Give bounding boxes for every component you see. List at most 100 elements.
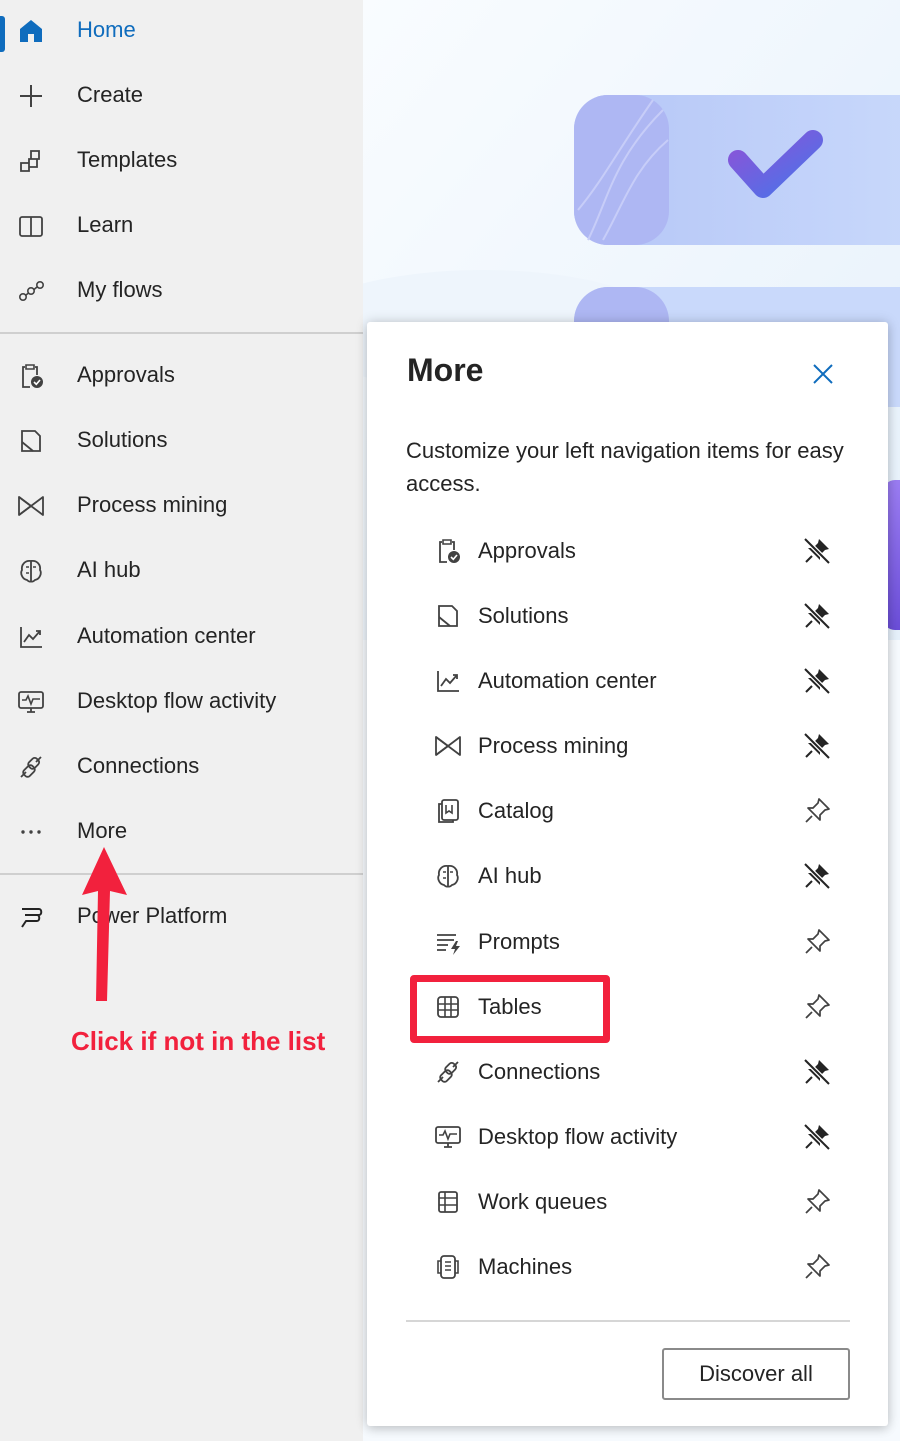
more-item-label: Approvals [478, 538, 576, 563]
process-mining-icon [16, 491, 46, 521]
more-item-label: Desktop flow activity [478, 1124, 678, 1149]
nav-label: Desktop flow activity [77, 688, 277, 713]
more-item-connections[interactable]: Connections [407, 1045, 847, 1099]
active-indicator [0, 16, 5, 52]
nav-divider [0, 332, 363, 334]
work-queues-icon [433, 1187, 463, 1217]
nav-item-connections[interactable]: Connections [0, 740, 363, 792]
nav-item-process-mining[interactable]: Process mining [0, 479, 363, 531]
nav-divider [0, 873, 363, 875]
more-item-ai-hub[interactable]: AI hub [407, 849, 847, 903]
power-platform-icon [16, 902, 46, 932]
nav-item-desktop-flow-activity[interactable]: Desktop flow activity [0, 675, 363, 727]
nav-label: Create [77, 82, 144, 107]
nav-item-ai-hub[interactable]: AI hub [0, 544, 363, 596]
unpin-icon[interactable] [801, 535, 833, 567]
nav-label: Process mining [77, 492, 228, 517]
more-item-process-mining[interactable]: Process mining [407, 719, 847, 773]
monitor-pulse-icon [433, 1122, 463, 1152]
catalog-icon [433, 796, 463, 826]
callout-arrow [78, 843, 130, 1003]
pin-icon[interactable] [801, 1251, 833, 1283]
approvals-icon [16, 361, 46, 391]
more-item-label: Connections [478, 1059, 601, 1084]
nav-label: Templates [77, 147, 178, 172]
nav-label: Approvals [77, 362, 175, 387]
left-navigation: Home Create Templates Learn My flows App… [0, 0, 363, 1441]
more-item-work-queues[interactable]: Work queues [407, 1175, 847, 1229]
discover-all-button[interactable]: Discover all [662, 1348, 850, 1400]
approvals-icon [433, 536, 463, 566]
prompts-icon [433, 927, 463, 957]
templates-icon [16, 146, 46, 176]
nav-item-power-platform[interactable]: Power Platform [0, 890, 363, 942]
nav-item-learn[interactable]: Learn [0, 199, 363, 251]
more-item-label: AI hub [478, 863, 542, 888]
plug-icon [16, 752, 46, 782]
panel-description: Customize your left navigation items for… [406, 438, 844, 496]
more-item-label: Solutions [478, 603, 569, 628]
panel-divider [406, 1320, 850, 1322]
nav-item-home[interactable]: Home [0, 4, 363, 56]
nav-label: Connections [77, 753, 200, 778]
machines-icon [433, 1252, 463, 1282]
chart-icon [16, 622, 46, 652]
more-item-prompts[interactable]: Prompts [407, 915, 847, 969]
unpin-icon[interactable] [801, 860, 833, 892]
plug-icon [433, 1057, 463, 1087]
plus-icon [16, 81, 46, 111]
more-item-label: Automation center [478, 668, 657, 693]
more-item-label: Machines [478, 1254, 573, 1279]
flows-icon [16, 276, 46, 306]
unpin-icon[interactable] [801, 600, 833, 632]
more-item-machines[interactable]: Machines [407, 1240, 847, 1294]
unpin-icon[interactable] [801, 730, 833, 762]
nav-label: Automation center [77, 623, 256, 648]
nav-label: Home [77, 17, 136, 42]
process-mining-icon [433, 731, 463, 761]
unpin-icon[interactable] [801, 1056, 833, 1088]
more-item-label: Work queues [478, 1189, 608, 1214]
solutions-icon [16, 426, 46, 456]
nav-label: My flows [77, 277, 163, 302]
more-item-automation-center[interactable]: Automation center [407, 654, 847, 708]
more-item-label: Catalog [478, 798, 554, 823]
unpin-icon[interactable] [801, 1121, 833, 1153]
pin-icon[interactable] [801, 795, 833, 827]
solutions-icon [433, 601, 463, 631]
nav-item-automation-center[interactable]: Automation center [0, 610, 363, 662]
unpin-icon[interactable] [801, 665, 833, 697]
book-icon [16, 211, 46, 241]
pin-icon[interactable] [801, 1186, 833, 1218]
more-item-catalog[interactable]: Catalog [407, 784, 847, 838]
more-panel: More Customize your left navigation item… [367, 322, 888, 1426]
nav-item-approvals[interactable]: Approvals [0, 349, 363, 401]
tables-highlight-box [410, 975, 610, 1043]
nav-label: AI hub [77, 557, 141, 582]
chart-icon [433, 666, 463, 696]
pin-icon[interactable] [801, 991, 833, 1023]
more-item-label: Prompts [478, 929, 560, 954]
close-button[interactable] [807, 358, 839, 390]
nav-label: Solutions [77, 427, 168, 452]
nav-label: More [77, 818, 128, 843]
nav-item-my-flows[interactable]: My flows [0, 264, 363, 316]
nav-item-create[interactable]: Create [0, 69, 363, 121]
monitor-pulse-icon [16, 687, 46, 717]
more-item-approvals[interactable]: Approvals [407, 524, 847, 578]
more-item-solutions[interactable]: Solutions [407, 589, 847, 643]
nav-item-solutions[interactable]: Solutions [0, 414, 363, 466]
callout-text: Click if not in the list [71, 1026, 326, 1056]
ai-hub-icon [433, 861, 463, 891]
pin-icon[interactable] [801, 926, 833, 958]
nav-label: Learn [77, 212, 134, 237]
ai-hub-icon [16, 556, 46, 586]
home-icon [16, 16, 46, 46]
more-item-desktop-flow-activity[interactable]: Desktop flow activity [407, 1110, 847, 1164]
nav-item-more[interactable]: More [0, 805, 363, 857]
panel-title: More [407, 352, 484, 388]
more-item-label: Process mining [478, 733, 629, 758]
ellipsis-icon [16, 817, 46, 847]
close-icon [812, 363, 834, 385]
nav-item-templates[interactable]: Templates [0, 134, 363, 186]
